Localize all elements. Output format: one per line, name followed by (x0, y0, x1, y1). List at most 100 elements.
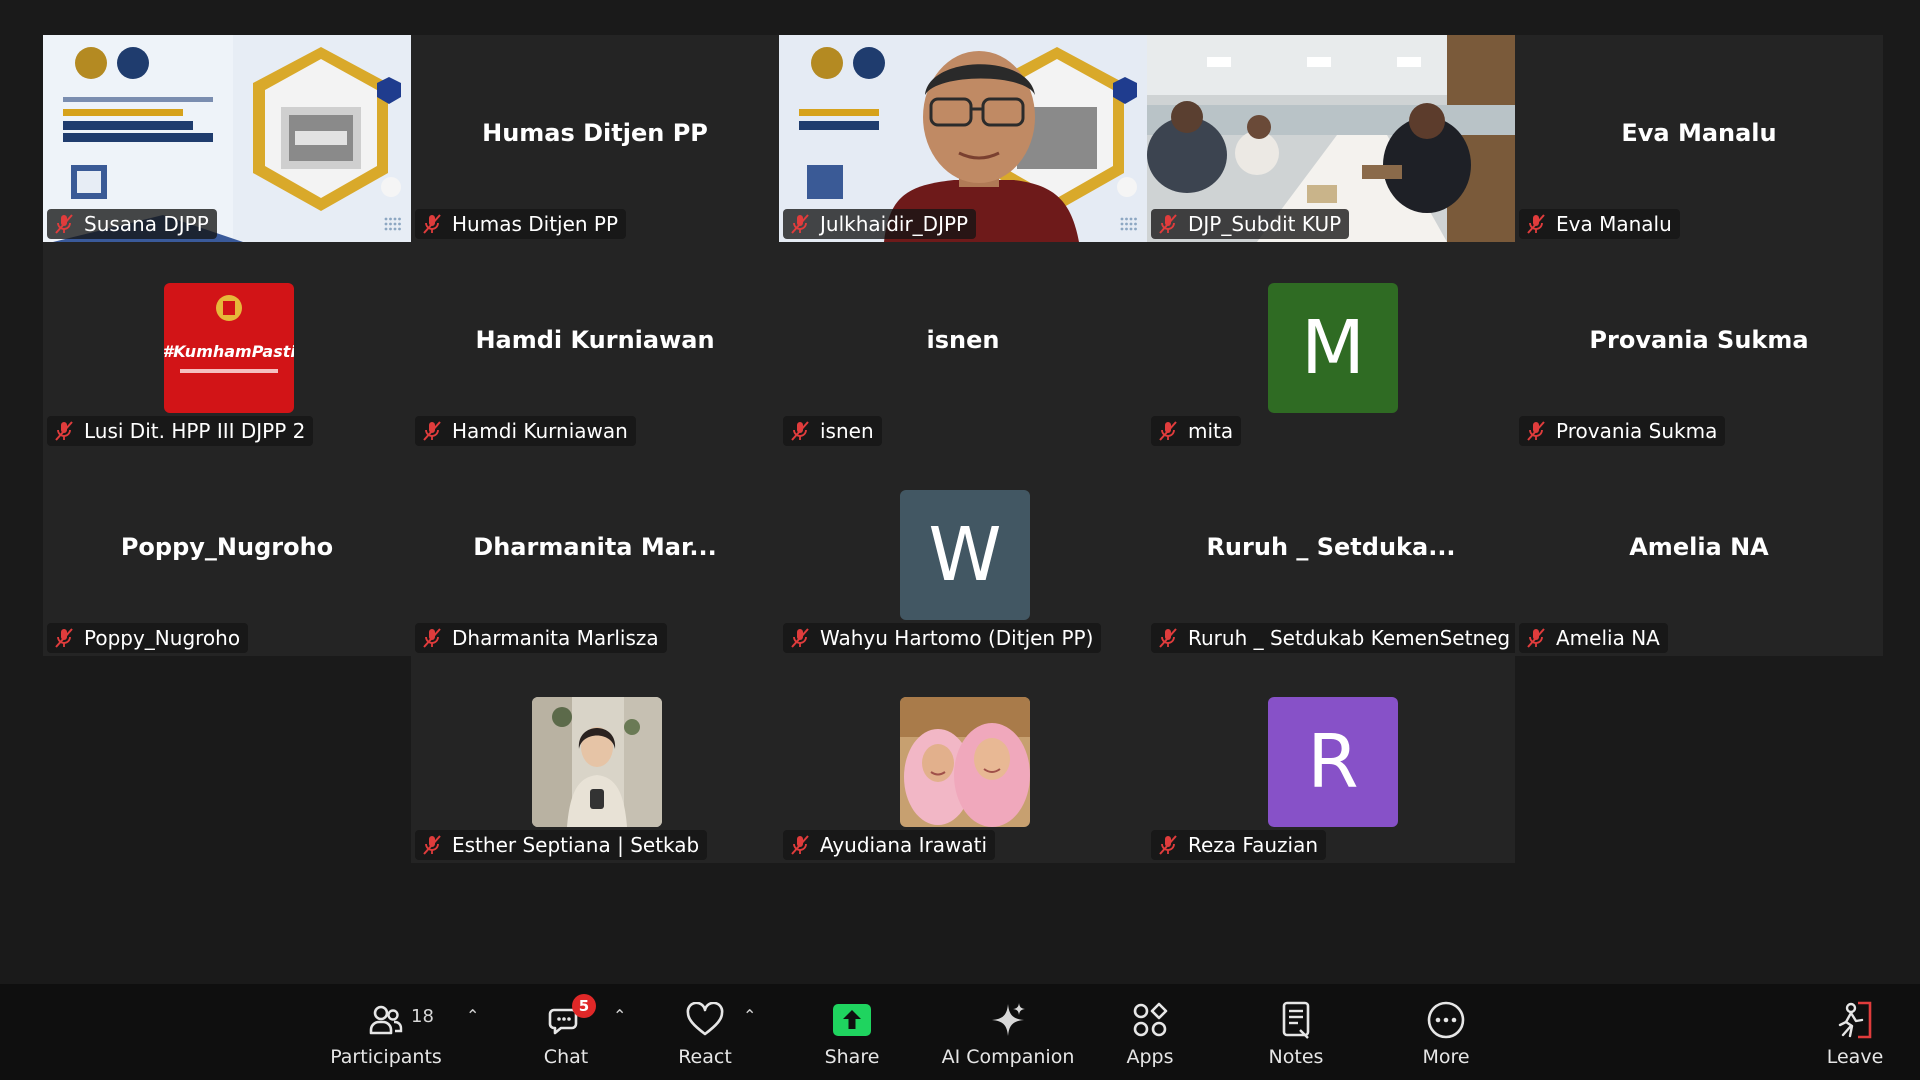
muted-mic-icon (1527, 628, 1545, 648)
participant-name: Ruruh _ Setdukab KemenSetneg (1188, 626, 1511, 650)
participant-name: Susana DJPP (84, 212, 209, 236)
participant-tile[interactable]: Ruruh _ Setduka... Ruruh _ Setdukab Kemen… (1147, 449, 1515, 656)
participant-tile[interactable]: Susana DJPP (43, 35, 411, 242)
participant-name: DJP_Subdit KUP (1188, 212, 1342, 236)
participant-name-label: Dharmanita Marlisza (415, 623, 667, 653)
muted-mic-icon (423, 835, 441, 855)
participant-tile[interactable]: R Reza Fauzian (1147, 656, 1515, 863)
share-screen-icon (833, 1004, 871, 1036)
chat-label: Chat (543, 1046, 589, 1068)
profile-picture (900, 697, 1030, 827)
avatar: M (1268, 283, 1398, 413)
participant-tile[interactable]: Amelia NA Amelia NA (1515, 449, 1883, 656)
participant-tile[interactable]: #KumhamPasti Lusi Dit. HPP III DJPP 2 (43, 242, 411, 449)
muted-mic-icon (423, 628, 441, 648)
participant-tile[interactable]: Humas Ditjen PP Humas Ditjen PP (411, 35, 779, 242)
participant-name: Hamdi Kurniawan (452, 419, 628, 443)
participants-options-caret[interactable]: ⌃ (466, 1006, 479, 1025)
more-icon (1427, 1001, 1465, 1039)
participant-name: mita (1188, 419, 1234, 443)
notes-button[interactable]: Notes (1251, 984, 1341, 1080)
participant-name-label: Ayudiana Irawati (783, 830, 996, 860)
muted-mic-icon (55, 214, 73, 234)
participant-tile[interactable]: Mmita (1147, 242, 1515, 449)
participant-name-label: Susana DJPP (47, 209, 217, 239)
participant-tile[interactable]: Ayudiana Irawati (779, 656, 1147, 863)
participant-tile[interactable]: Hamdi Kurniawan Hamdi Kurniawan (411, 242, 779, 449)
leave-label: Leave (1826, 1046, 1884, 1068)
share-label: Share (824, 1046, 880, 1068)
muted-mic-icon (791, 214, 809, 234)
participant-name: Dharmanita Marlisza (452, 626, 659, 650)
participant-tile[interactable]: Eva Manalu Eva Manalu (1515, 35, 1883, 242)
participant-display-name: Hamdi Kurniawan (475, 326, 715, 354)
react-button[interactable]: React (660, 984, 750, 1080)
participant-name-label: Esther Septiana | Setkab (415, 830, 708, 860)
participant-name: Julkhaidir_DJPP (820, 212, 969, 236)
muted-mic-icon (1159, 835, 1177, 855)
meeting-toolbar: Participants 18 ⌃ 5 Chat ⌃ React ⌃ Share… (0, 984, 1920, 1080)
participant-tile[interactable]: Julkhaidir_DJPP (779, 35, 1147, 242)
participant-name-label: Wahyu Hartomo (Ditjen PP) (783, 623, 1102, 653)
participant-tile[interactable]: Provania Sukma Provania Sukma (1515, 242, 1883, 449)
heart-icon (686, 1002, 724, 1036)
participant-name-label: Reza Fauzian (1151, 830, 1326, 860)
apps-button[interactable]: Apps (1105, 984, 1195, 1080)
participants-button[interactable]: Participants (323, 984, 449, 1080)
chat-options-caret[interactable]: ⌃ (613, 1006, 626, 1025)
participant-name: Eva Manalu (1556, 212, 1672, 236)
notes-label: Notes (1268, 1046, 1324, 1068)
participant-name: Amelia NA (1556, 626, 1660, 650)
share-button[interactable]: Share (807, 984, 897, 1080)
chat-button[interactable]: 5 Chat (521, 984, 611, 1080)
drag-handle-icon[interactable] (1119, 216, 1139, 232)
video-gallery: Susana DJPP Humas Ditjen PP Humas Ditjen P… (0, 0, 1920, 984)
participant-name: isnen (820, 419, 874, 443)
participant-name: Ayudiana Irawati (820, 833, 988, 857)
participant-display-name: Amelia NA (1629, 533, 1769, 561)
more-label: More (1422, 1046, 1470, 1068)
ai-companion-button[interactable]: AI Companion (933, 984, 1083, 1080)
participant-tile[interactable]: Esther Septiana | Setkab (411, 656, 779, 863)
muted-mic-icon (791, 421, 809, 441)
participants-label: Participants (330, 1046, 442, 1068)
participant-name: Esther Septiana | Setkab (452, 833, 700, 857)
notes-icon (1282, 1001, 1310, 1039)
muted-mic-icon (1159, 421, 1177, 441)
muted-mic-icon (55, 421, 73, 441)
participant-tile[interactable]: DJP_Subdit KUP (1147, 35, 1515, 242)
leave-button[interactable]: Leave (1810, 984, 1900, 1080)
participant-tile[interactable]: Dharmanita Mar... Dharmanita Marlisza (411, 449, 779, 656)
ai-companion-label: AI Companion (941, 1046, 1075, 1068)
avatar: R (1268, 697, 1398, 827)
participant-display-name: Provania Sukma (1589, 326, 1809, 354)
more-button[interactable]: More (1401, 984, 1491, 1080)
muted-mic-icon (423, 214, 441, 234)
muted-mic-icon (55, 628, 73, 648)
participant-tile[interactable]: Poppy_Nugroho Poppy_Nugroho (43, 449, 411, 656)
participant-name: Humas Ditjen PP (452, 212, 619, 236)
profile-picture: #KumhamPasti (164, 283, 294, 413)
participant-name-label: mita (1151, 416, 1242, 446)
participant-tile[interactable]: W Wahyu Hartomo (Ditjen PP) (779, 449, 1147, 656)
participant-display-name: Dharmanita Mar... (473, 533, 717, 561)
muted-mic-icon (423, 421, 441, 441)
participant-name-label: Lusi Dit. HPP III DJPP 2 (47, 416, 314, 446)
react-options-caret[interactable]: ⌃ (743, 1006, 756, 1025)
participant-name-label: Ruruh _ Setdukab KemenSetneg (1151, 623, 1515, 653)
avatar: W (900, 490, 1030, 620)
participant-tile[interactable]: isnen isnen (779, 242, 1147, 449)
drag-handle-icon[interactable] (383, 216, 403, 232)
participant-name-label: Poppy_Nugroho (47, 623, 249, 653)
react-label: React (678, 1046, 732, 1068)
participant-display-name: Humas Ditjen PP (482, 119, 708, 147)
muted-mic-icon (1159, 214, 1177, 234)
participant-name-label: Hamdi Kurniawan (415, 416, 636, 446)
participants-count: 18 (411, 1006, 434, 1027)
participant-name: Wahyu Hartomo (Ditjen PP) (820, 626, 1094, 650)
avatar-initial: R (1307, 719, 1359, 805)
muted-mic-icon (791, 628, 809, 648)
apps-label: Apps (1126, 1046, 1174, 1068)
participant-name: Reza Fauzian (1188, 833, 1318, 857)
participant-name: Poppy_Nugroho (84, 626, 241, 650)
